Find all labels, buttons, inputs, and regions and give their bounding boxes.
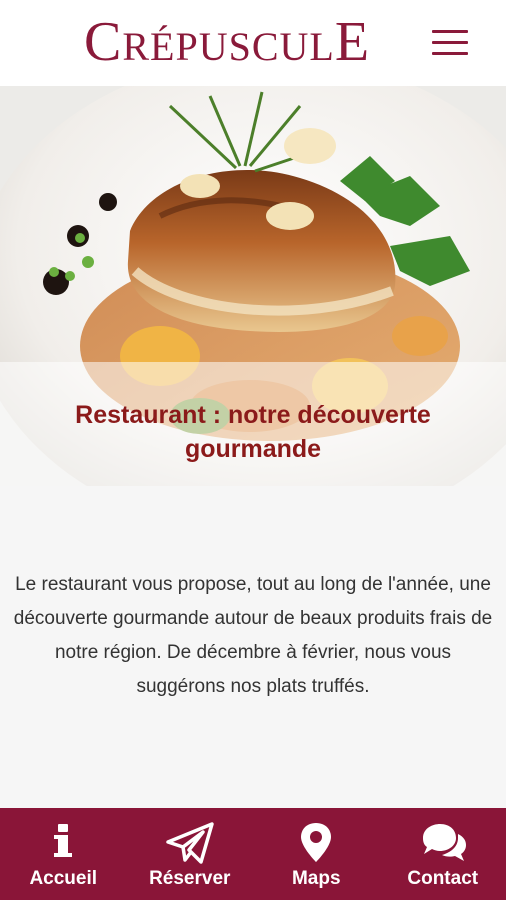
nav-contact[interactable]: Contact	[380, 808, 506, 900]
menu-bar	[432, 30, 468, 33]
app-header: CRÉPUSCULE	[0, 0, 506, 87]
nav-label: Contact	[407, 868, 479, 889]
nav-label: Réserver	[149, 868, 231, 889]
logo-letter-last: E	[334, 11, 371, 73]
paper-plane-icon	[166, 822, 214, 864]
hero-title: Restaurant : notre découverte gourmande	[75, 401, 431, 463]
info-icon	[54, 824, 73, 857]
nav-maps[interactable]: Maps	[253, 808, 380, 900]
bottom-nav: Accueil Réserver Maps Contact	[0, 808, 506, 900]
nav-label: Accueil	[29, 868, 98, 889]
nav-accueil[interactable]: Accueil	[0, 808, 127, 900]
intro-text: Le restaurant vous propose, tout au long…	[13, 574, 493, 697]
menu-bar	[432, 41, 468, 44]
logo-letters-middle: RÉPUSCUL	[122, 24, 335, 69]
menu-bar	[432, 52, 468, 55]
intro-section: Le restaurant vous propose, tout au long…	[0, 486, 506, 808]
map-pin-icon	[301, 823, 332, 862]
nav-reserver[interactable]: Réserver	[127, 808, 254, 900]
chat-bubbles-icon	[422, 824, 466, 861]
brand-logo[interactable]: CRÉPUSCULE	[84, 14, 370, 80]
nav-label: Maps	[291, 868, 341, 889]
logo-letter-first: C	[84, 11, 123, 73]
hamburger-menu-icon[interactable]	[430, 28, 470, 58]
